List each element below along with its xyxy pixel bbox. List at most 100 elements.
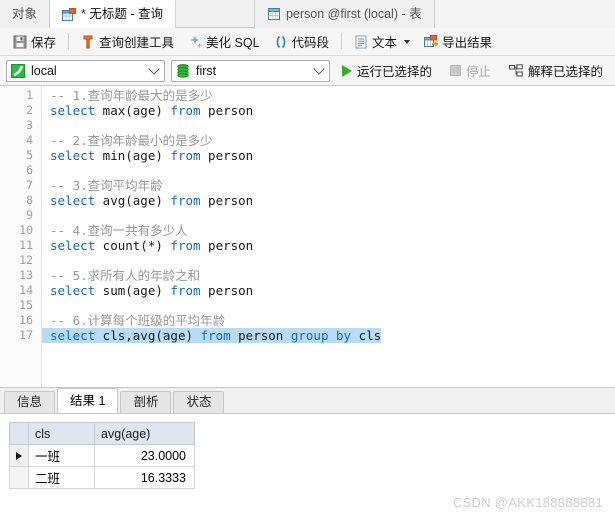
main-toolbar: 保存 查询创建工具 美化 SQL 代码段 文本 导出结果 [0,28,615,56]
current-row-arrow-icon [16,451,22,460]
code-line-text: -- 6.计算每个班级的平均年龄 [42,313,225,328]
toolbar-separator-2 [341,33,343,50]
chevron-down-icon[interactable] [148,63,160,75]
sql-editor[interactable]: 1 -- 1.查询年龄最大的是多少 2 select max(age) from pe… [0,86,615,388]
code-line[interactable]: 9 [0,208,615,223]
save-icon [13,35,27,49]
text-document-icon [354,35,368,49]
play-icon [341,64,352,77]
chevron-down-icon[interactable] [404,39,411,44]
code-line[interactable]: 3 [0,118,615,133]
code-line[interactable]: 5 select min(age) from person [0,148,615,163]
query-builder-button[interactable]: 查询创建工具 [74,30,181,54]
connection-value: local [31,63,57,78]
connection-select[interactable]: local [6,59,165,82]
code-line[interactable]: 16 -- 6.计算每个班级的平均年龄 [0,313,615,328]
code-token: select [50,103,96,118]
code-token: by [336,328,352,343]
table-row[interactable]: 一班 23.0000 [9,444,195,467]
tab-person-table[interactable]: person @first (local) - 表 [253,0,435,28]
row-selector-cell[interactable] [9,466,29,489]
code-line[interactable]: 15 [0,298,615,313]
code-line[interactable]: 2 select max(age) from person [0,103,615,118]
result-tab[interactable]: 信息 [4,391,56,413]
stop-button: 停止 [444,59,497,83]
text-view-button[interactable]: 文本 [347,30,417,54]
code-token: -- 6.计算每个班级的平均年龄 [50,313,226,328]
table-row[interactable]: 二班 16.3333 [9,466,195,489]
line-number: 16 [19,313,33,327]
line-number: 3 [26,118,33,132]
column-header-avg-age[interactable]: avg(age) [94,422,195,445]
line-number: 7 [26,178,33,192]
export-result-button[interactable]: 导出结果 [417,30,499,54]
line-number: 9 [26,208,33,222]
result-tab[interactable]: 状态 [173,391,225,413]
code-token: from [170,148,201,163]
code-token: min(age) [95,148,171,163]
code-line-text: select avg(age) from person [42,193,253,208]
code-line[interactable]: 14 select sum(age) from person [0,283,615,298]
sql-code-area[interactable]: 1 -- 1.查询年龄最大的是多少 2 select max(age) from pe… [0,86,615,343]
code-line[interactable]: 7 -- 3.查询平均年龄 [0,178,615,193]
row-selector-cell[interactable] [9,444,29,467]
code-line-text: select sum(age) from person [42,283,253,298]
code-line[interactable]: 6 [0,163,615,178]
code-line[interactable]: 8 select avg(age) from person [0,193,615,208]
tab-untitled-query[interactable]: * 无标题 - 查询 [50,0,176,28]
code-token: person [200,193,254,208]
watermark: CSDN @AKK188888881 [452,495,603,510]
code-token: person [230,328,291,343]
result-tab[interactable]: 剖析 [120,391,172,413]
explain-selected-label: 解释已选择的 [527,65,603,79]
code-line[interactable]: 10 -- 4.查询一共有多少人 [0,223,615,238]
toolbar-separator-1 [68,33,70,50]
code-token: select [50,328,96,343]
code-line[interactable]: 17 select cls,avg(age) from person group … [0,328,615,343]
cell-cls[interactable]: 一班 [28,444,95,467]
line-number: 6 [26,163,33,177]
query-builder-icon [81,35,95,49]
code-token: -- 4.查询一共有多少人 [50,223,188,238]
code-token: person [200,238,254,253]
stop-icon [449,65,461,76]
line-number: 4 [26,133,33,147]
line-number: 14 [19,283,33,297]
run-selected-button[interactable]: 运行已选择的 [336,59,438,83]
code-token: from [170,238,201,253]
code-line[interactable]: 12 [0,253,615,268]
result-tab[interactable]: 结果 1 [57,388,119,413]
line-number: 11 [19,238,33,252]
database-select[interactable]: first [170,59,330,82]
code-token: person [200,148,254,163]
code-token: max(age) [95,103,171,118]
code-token: person [200,103,254,118]
stop-label: 停止 [465,65,491,79]
result-grid[interactable]: cls avg(age) 一班 23.0000 二班 16.3333 [9,422,195,489]
beautify-sql-button[interactable]: 美化 SQL [181,30,267,54]
connection-bar: local first 运行已选择的 停止 解释已选择的 [0,56,615,86]
save-button[interactable]: 保存 [6,30,63,54]
cell-cls[interactable]: 二班 [28,466,95,489]
tab-objects[interactable]: 对象 [0,0,51,28]
code-token: avg(age) [95,193,171,208]
code-token: from [170,283,201,298]
cell-avg-age[interactable]: 23.0000 [94,444,195,467]
explain-selected-button[interactable]: 解释已选择的 [503,59,609,83]
tabstrip-filler [434,0,615,28]
snippet-button[interactable]: 代码段 [267,30,337,54]
cell-avg-age[interactable]: 16.3333 [94,466,195,489]
column-header-cls[interactable]: cls [28,422,95,445]
code-line[interactable]: 11 select count(*) from person [0,238,615,253]
code-token: cls [351,328,382,343]
chevron-down-icon[interactable] [313,63,325,75]
code-line[interactable]: 1 -- 1.查询年龄最大的是多少 [0,88,615,103]
line-number: 15 [19,298,33,312]
code-line[interactable]: 13 -- 5.求所有人的年龄之和 [0,268,615,283]
code-token: -- 2.查询年龄最小的是多少 [50,133,213,148]
code-token: from [200,328,231,343]
code-line[interactable]: 4 -- 2.查询年龄最小的是多少 [0,133,615,148]
tab-person-table-label: person @first (local) - 表 [285,6,422,21]
database-icon [176,63,190,78]
code-line-text: -- 3.查询平均年龄 [42,178,163,193]
